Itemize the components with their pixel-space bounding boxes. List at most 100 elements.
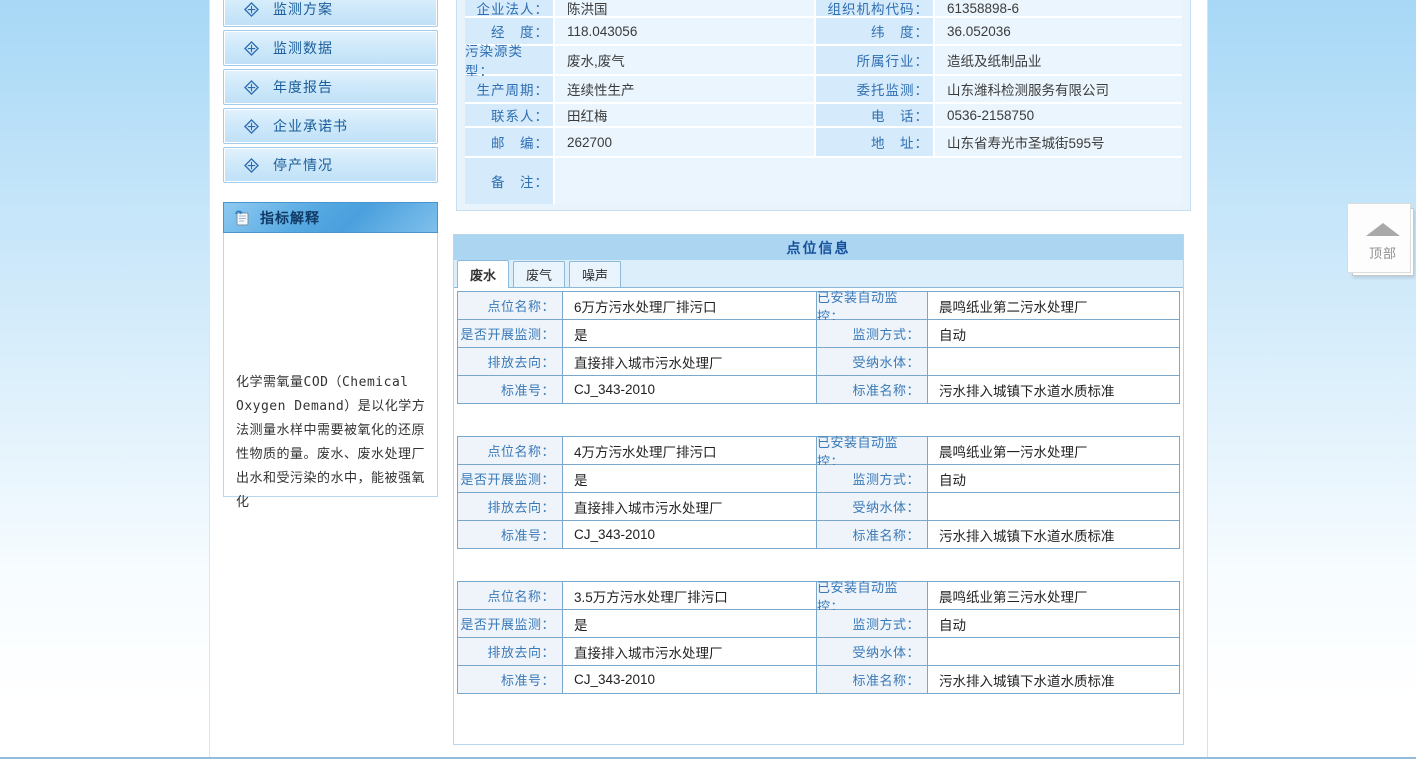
field-value — [928, 493, 1180, 521]
field-value: 0536-2158750 — [935, 104, 1182, 126]
field-value: 自动 — [928, 465, 1180, 493]
point-blocks: 点位名称： 6万方污水处理厂排污口 已安装自动监控： 晨鸣纸业第二污水处理厂 是… — [454, 288, 1183, 694]
sidebar-item-commitment-letter[interactable]: 企业承诺书 — [223, 108, 438, 144]
field-label: 邮 编： — [465, 128, 553, 156]
field-value: 污水排入城镇下水道水质标准 — [928, 376, 1180, 404]
field-value: 晨鸣纸业第一污水处理厂 — [928, 437, 1180, 465]
compass-icon — [244, 41, 259, 56]
sidebar-item-production-stoppage[interactable]: 停产情况 — [223, 147, 438, 183]
field-label: 污染源类型： — [465, 46, 553, 74]
field-value: 是 — [563, 610, 817, 638]
point-tabs: 废水 废气 噪声 — [454, 260, 1183, 288]
remark-label: 备 注： — [465, 158, 553, 204]
compass-icon — [244, 119, 259, 134]
field-label: 受纳水体： — [817, 638, 928, 666]
indicator-explanation-title: 指标解释 — [260, 208, 320, 228]
document-icon — [234, 209, 251, 226]
sidebar: 监测方案 监测数据 年度报告 企业承诺书 停产情况 指标解释 化学需氧量COD（… — [223, 0, 438, 497]
remark-value — [555, 158, 1182, 204]
field-label: 排放去向： — [458, 348, 563, 376]
sidebar-item-annual-report[interactable]: 年度报告 — [223, 69, 438, 105]
field-value: 自动 — [928, 320, 1180, 348]
indicator-explanation-header: 指标解释 — [223, 202, 438, 233]
field-value: 山东潍科检测服务有限公司 — [935, 76, 1182, 102]
field-label: 已安装自动监控： — [817, 437, 928, 465]
field-value: 连续性生产 — [555, 76, 814, 102]
compass-icon — [244, 158, 259, 173]
field-label: 标准名称： — [817, 666, 928, 694]
back-to-top-label: 顶部 — [1369, 243, 1397, 262]
field-value: 直接排入城市污水处理厂 — [563, 348, 817, 376]
sidebar-item-label: 停产情况 — [273, 155, 333, 175]
field-label: 排放去向： — [458, 493, 563, 521]
field-label: 点位名称： — [458, 292, 563, 320]
field-label: 标准号： — [458, 521, 563, 549]
back-to-top-button[interactable]: 顶部 — [1352, 208, 1414, 276]
field-label: 联系人： — [465, 104, 553, 126]
sidebar-item-monitoring-plan[interactable]: 监测方案 — [223, 0, 438, 27]
field-value — [928, 348, 1180, 376]
field-value: 3.5万方污水处理厂排污口 — [563, 582, 817, 610]
field-value: 118.043056 — [555, 18, 814, 44]
field-value: 晨鸣纸业第二污水处理厂 — [928, 292, 1180, 320]
field-value: 造纸及纸制品业 — [935, 46, 1182, 74]
field-label: 委托监测： — [816, 76, 933, 102]
field-value: 262700 — [555, 128, 814, 156]
field-label: 点位名称： — [458, 437, 563, 465]
tab-exhaust-gas[interactable]: 废气 — [513, 261, 565, 287]
field-label: 排放去向： — [458, 638, 563, 666]
field-label: 受纳水体： — [817, 348, 928, 376]
field-value: 是 — [563, 320, 817, 348]
field-label: 标准名称： — [817, 521, 928, 549]
point-block-1: 点位名称： 6万方污水处理厂排污口 已安装自动监控： 晨鸣纸业第二污水处理厂 是… — [457, 291, 1180, 404]
field-value: 污水排入城镇下水道水质标准 — [928, 521, 1180, 549]
field-value: 6万方污水处理厂排污口 — [563, 292, 817, 320]
compass-icon — [244, 80, 259, 95]
company-info-panel: 企业法人： 陈洪国 组织机构代码： 61358898-6 经 度： 118.04… — [456, 0, 1191, 211]
tab-noise[interactable]: 噪声 — [569, 261, 621, 287]
field-value: 废水,废气 — [555, 46, 814, 74]
field-label: 是否开展监测： — [458, 465, 563, 493]
indicator-explanation-body: 化学需氧量COD（Chemical Oxygen Demand）是以化学方法测量… — [223, 233, 438, 497]
field-value: CJ_343-2010 — [563, 376, 817, 404]
field-label: 点位名称： — [458, 582, 563, 610]
field-value: 陈洪国 — [555, 0, 814, 16]
field-label: 已安装自动监控： — [817, 582, 928, 610]
company-info-table: 企业法人： 陈洪国 组织机构代码： 61358898-6 经 度： 118.04… — [465, 0, 1182, 204]
field-value: 直接排入城市污水处理厂 — [563, 493, 817, 521]
field-label: 是否开展监测： — [458, 610, 563, 638]
field-label: 地 址： — [816, 128, 933, 156]
point-block-2: 点位名称： 4万方污水处理厂排污口 已安装自动监控： 晨鸣纸业第一污水处理厂 是… — [457, 436, 1180, 549]
sidebar-item-monitoring-data[interactable]: 监测数据 — [223, 30, 438, 66]
compass-icon — [244, 2, 259, 17]
field-value: 是 — [563, 465, 817, 493]
field-label: 所属行业： — [816, 46, 933, 74]
field-label: 组织机构代码： — [816, 0, 933, 16]
field-label: 受纳水体： — [817, 493, 928, 521]
field-label: 标准号： — [458, 666, 563, 694]
tab-wastewater[interactable]: 废水 — [457, 260, 509, 288]
field-label: 电 话： — [816, 104, 933, 126]
field-label: 生产周期： — [465, 76, 553, 102]
field-value — [928, 638, 1180, 666]
arrow-up-icon — [1366, 223, 1400, 236]
field-value: 山东省寿光市圣城街595号 — [935, 128, 1182, 156]
field-value: 36.052036 — [935, 18, 1182, 44]
field-label: 纬 度： — [816, 18, 933, 44]
field-label: 已安装自动监控： — [817, 292, 928, 320]
field-value: 自动 — [928, 610, 1180, 638]
point-info-title: 点位信息 — [454, 235, 1183, 260]
sidebar-item-label: 监测方案 — [273, 0, 333, 19]
page-bottom-divider — [0, 757, 1416, 759]
sidebar-item-label: 企业承诺书 — [273, 116, 348, 136]
field-value: 4万方污水处理厂排污口 — [563, 437, 817, 465]
field-label: 标准号： — [458, 376, 563, 404]
field-label: 监测方式： — [817, 610, 928, 638]
field-label: 监测方式： — [817, 465, 928, 493]
sidebar-item-label: 监测数据 — [273, 38, 333, 58]
field-value: 污水排入城镇下水道水质标准 — [928, 666, 1180, 694]
field-value: 61358898-6 — [935, 0, 1182, 16]
main-content: 企业法人： 陈洪国 组织机构代码： 61358898-6 经 度： 118.04… — [456, 0, 1191, 745]
point-block-3: 点位名称： 3.5万方污水处理厂排污口 已安装自动监控： 晨鸣纸业第三污水处理厂… — [457, 581, 1180, 694]
field-value: 直接排入城市污水处理厂 — [563, 638, 817, 666]
